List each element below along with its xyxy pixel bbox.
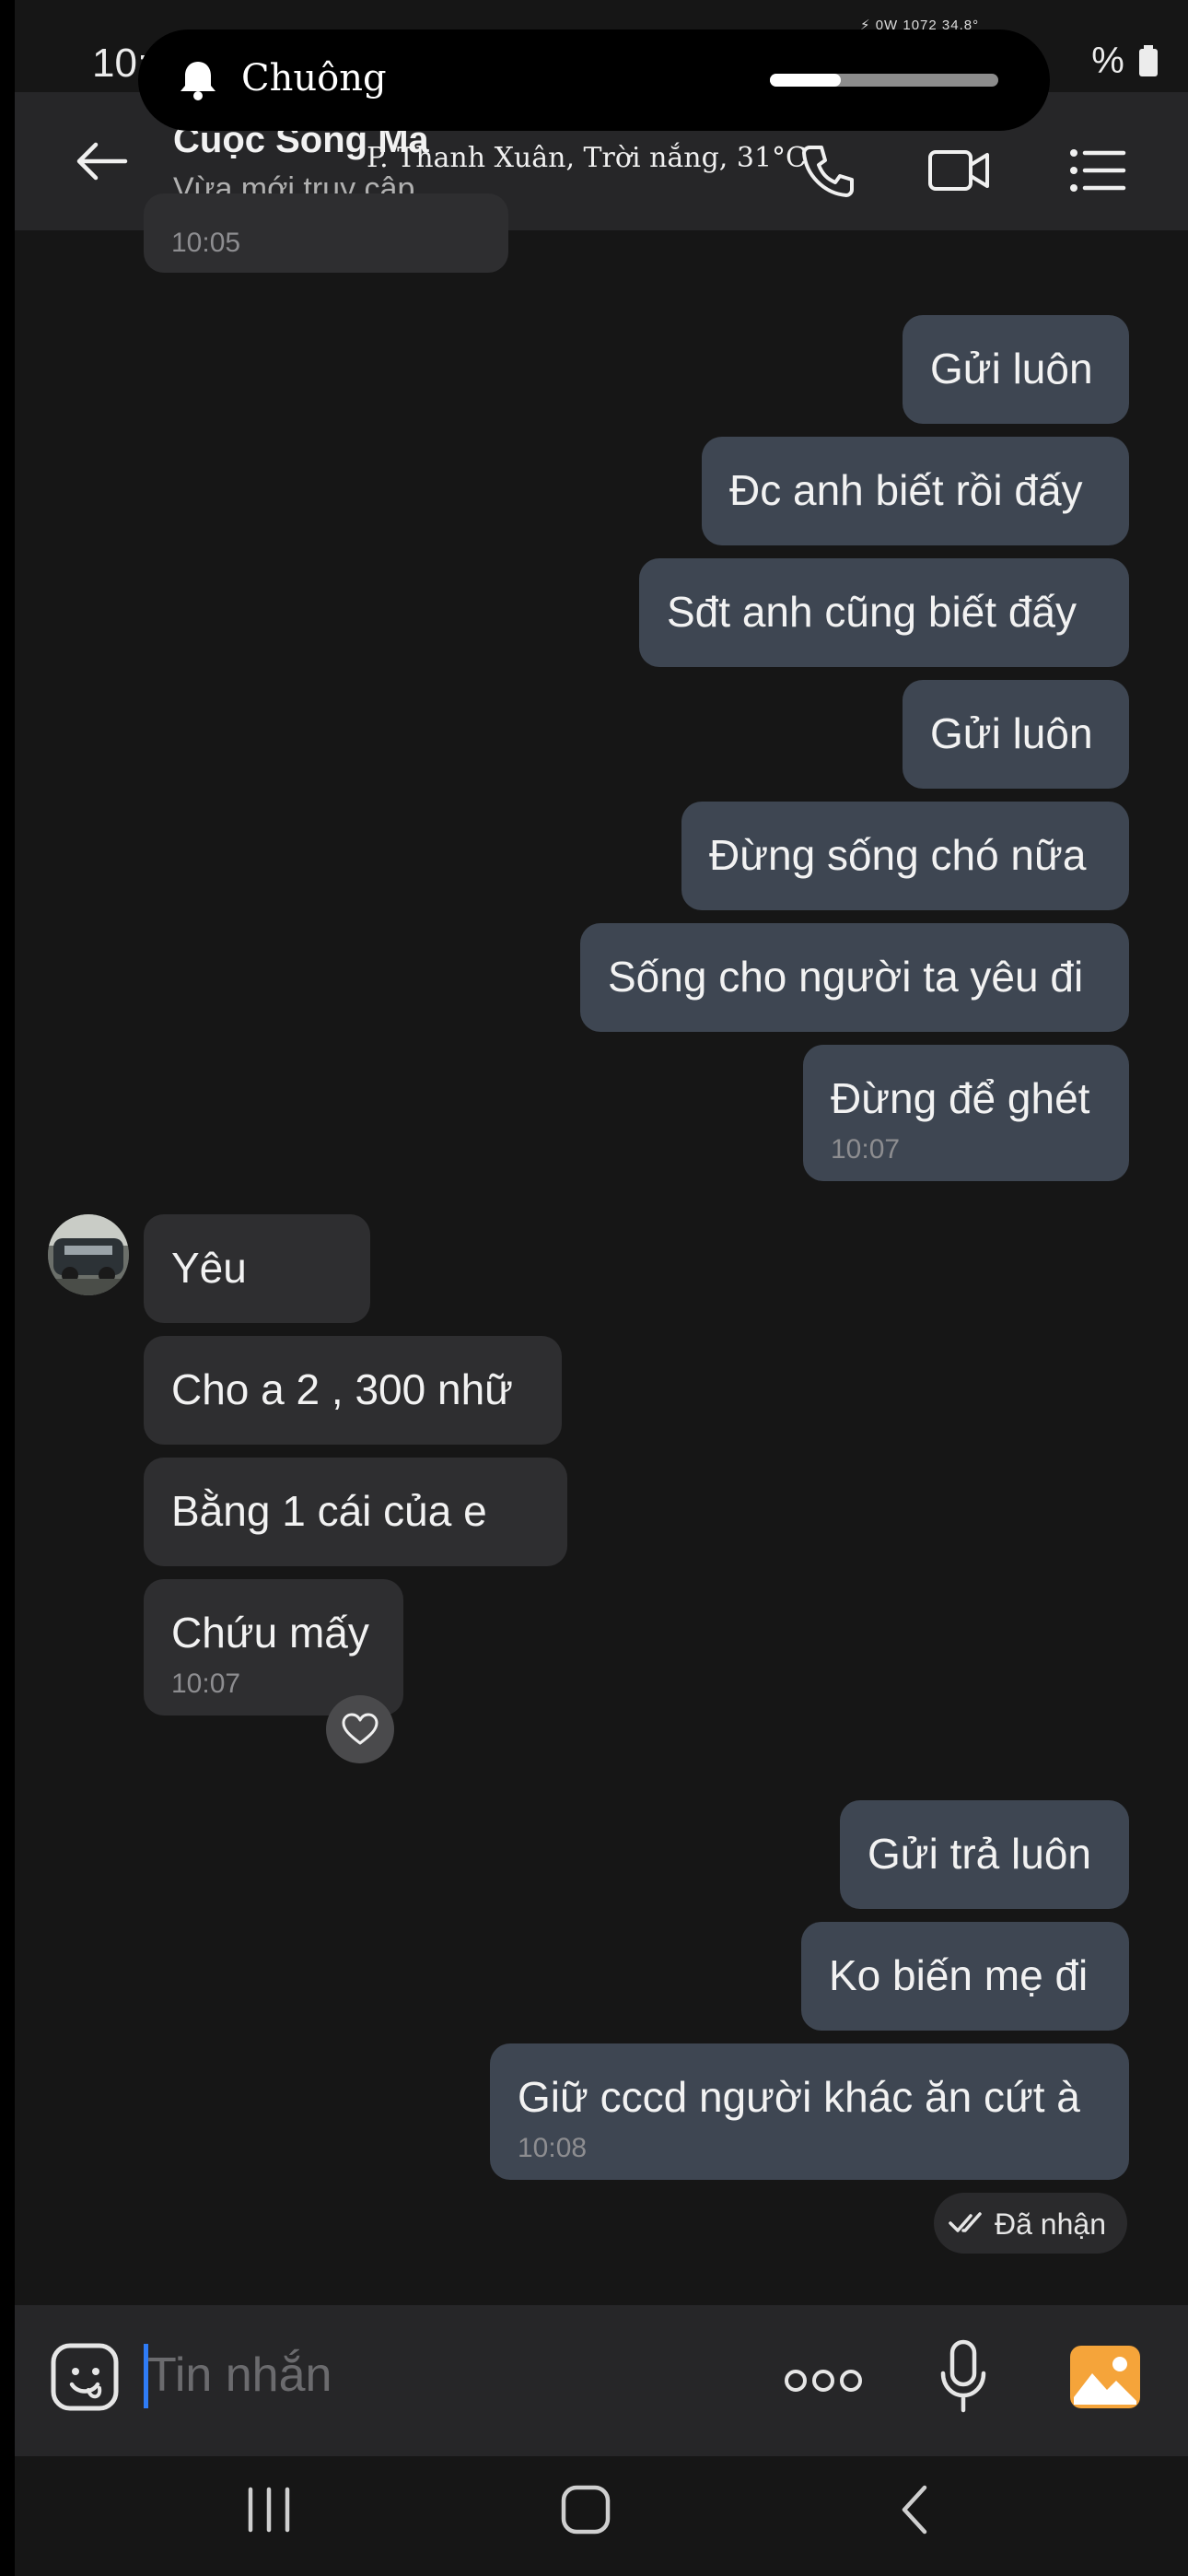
received-status-badge: Đã nhận [934, 2193, 1127, 2254]
more-icon[interactable] [785, 2368, 862, 2394]
ringer-notification[interactable]: Chuông [138, 29, 1050, 131]
contact-avatar[interactable] [48, 1214, 129, 1295]
message-bubble-outgoing[interactable]: Gửi luôn [903, 315, 1129, 424]
message-text: Sống cho người ta yêu đi [608, 953, 1084, 1001]
avatar-photo [48, 1214, 129, 1295]
message-time: 10:07 [831, 1134, 901, 1165]
message-text: Yêu [171, 1244, 247, 1292]
back-arrow-icon[interactable] [74, 138, 129, 184]
recent-apps-icon[interactable] [241, 2486, 297, 2534]
sticker-icon[interactable] [50, 2342, 120, 2412]
message-bubble-outgoing[interactable]: Giữ cccd người khác ăn cứt à 10:08 [490, 2043, 1129, 2180]
message-bubble-outgoing[interactable]: Đừng sống chó nữa [681, 802, 1129, 910]
message-bubble-outgoing[interactable]: Đừng để ghét 10:07 [803, 1045, 1129, 1181]
message-text: Gửi luôn [930, 345, 1093, 392]
message-bubble-incoming[interactable]: Yêu [144, 1214, 370, 1323]
message-bubble-outgoing[interactable]: Sđt anh cũng biết đấy [639, 558, 1129, 667]
double-check-icon [949, 2212, 982, 2232]
ringer-label: Chuông [241, 57, 387, 100]
react-heart-button[interactable] [326, 1695, 394, 1763]
message-time: 10:05 [171, 228, 241, 258]
heart-icon [342, 1713, 379, 1745]
chat-screen: 10: ⚡ 0W 1072 34.8° % Cuộc Sống Mà Vừa m… [15, 0, 1188, 2576]
message-list: 10:05 Gửi luôn Đc anh biết rồi đấy Sđt a… [15, 193, 1188, 2305]
message-text: Gửi trả luôn [868, 1830, 1092, 1878]
message-text: Bằng 1 cái của e [171, 1487, 487, 1535]
message-text: Đừng để ghét [831, 1074, 1090, 1122]
message-time: 10:08 [518, 2133, 588, 2163]
message-text: Giữ cccd người khác ăn cứt à [518, 2073, 1080, 2121]
message-text: Đừng sống chó nữa [709, 831, 1087, 879]
video-call-icon[interactable] [926, 138, 991, 203]
message-text: Chứu mấy [171, 1609, 369, 1657]
back-icon[interactable] [897, 2484, 934, 2535]
message-bubble-outgoing[interactable]: Đc anh biết rồi đấy [702, 437, 1129, 545]
weather-overlay: P. Thanh Xuân, Trời nắng, 31°C [367, 142, 808, 174]
message-text: Đc anh biết rồi đấy [729, 466, 1083, 514]
message-text: Cho a 2 , 300 nhữ [171, 1365, 513, 1413]
message-text: Sđt anh cũng biết đấy [667, 588, 1077, 636]
battery-icon [1139, 45, 1158, 76]
message-bubble-outgoing[interactable]: Gửi trả luôn [840, 1800, 1129, 1909]
image-icon[interactable] [1068, 2344, 1142, 2410]
menu-list-icon[interactable] [1065, 138, 1129, 203]
battery-percent: % [1091, 41, 1124, 81]
message-bubble-outgoing[interactable]: Gửi luôn [903, 680, 1129, 789]
battery-indicator: % [1091, 41, 1159, 82]
message-bubble-outgoing[interactable]: Sống cho người ta yêu đi [580, 923, 1129, 1032]
system-nav-bar [15, 2456, 1188, 2576]
message-bubble-outgoing[interactable]: Ko biến mẹ đi [801, 1922, 1129, 2031]
message-time: 10:07 [171, 1669, 241, 1699]
volume-slider[interactable] [770, 74, 998, 87]
message-bubble-incoming[interactable]: Bằng 1 cái của e [144, 1458, 567, 1566]
message-input[interactable]: Tin nhắn [147, 2348, 332, 2403]
message-composer: Tin nhắn [15, 2305, 1188, 2456]
received-label: Đã nhận [995, 2207, 1106, 2241]
volume-fill [770, 74, 841, 87]
microphone-icon[interactable] [936, 2338, 991, 2416]
home-icon[interactable] [560, 2484, 611, 2535]
message-text: Gửi luôn [930, 709, 1093, 757]
message-bubble-incoming[interactable]: Cho a 2 , 300 nhữ [144, 1336, 562, 1445]
phone-icon[interactable] [796, 138, 860, 203]
bell-icon [181, 62, 215, 100]
message-text: Ko biến mẹ đi [829, 1951, 1089, 1999]
message-bubble-incoming[interactable]: 10:05 [144, 193, 508, 273]
